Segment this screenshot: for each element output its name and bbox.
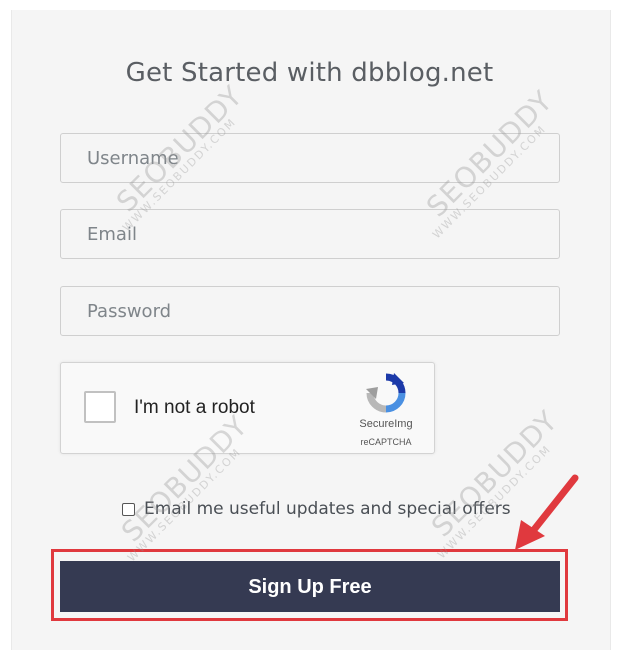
password-input[interactable] [60,286,560,336]
signup-button[interactable]: Sign Up Free [60,561,560,612]
email-input[interactable] [60,209,560,259]
optin-row: Email me useful updates and special offe… [122,499,511,519]
recaptcha-sublabel: reCAPTCHA [360,437,412,447]
optin-checkbox[interactable] [122,502,135,516]
recaptcha-checkbox[interactable] [84,391,116,423]
username-input[interactable] [60,133,560,183]
arrow-annotation-icon [515,474,579,550]
recaptcha-brand: SecureImg [359,418,413,430]
page-title: Get Started with dbblog.net [125,58,494,88]
optin-label: Email me useful updates and special offe… [144,499,511,519]
recaptcha-widget: I'm not a robot SecureImg reCAPTCHA [60,362,435,454]
recaptcha-logo-icon [366,373,406,413]
recaptcha-label: I'm not a robot [134,397,255,418]
